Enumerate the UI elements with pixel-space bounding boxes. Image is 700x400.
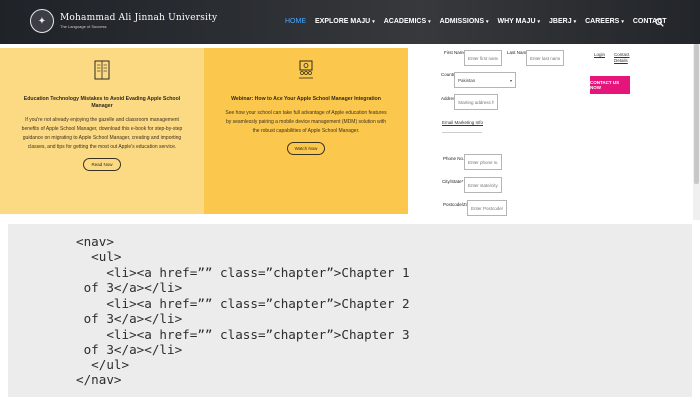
code-line: of 3</a></li> bbox=[76, 342, 183, 357]
top-navbar: ✦ Mohammad Ali Jinnah University The Lan… bbox=[0, 0, 700, 44]
postal-field[interactable] bbox=[467, 200, 507, 216]
code-line: </ul> bbox=[76, 357, 130, 372]
scrollbar-thumb[interactable] bbox=[694, 44, 699, 184]
code-line: of 3</a></li> bbox=[76, 280, 183, 295]
login-link[interactable]: Login bbox=[594, 52, 605, 57]
chevron-down-icon: ▾ bbox=[621, 18, 624, 25]
nav-item-explore-maju[interactable]: EXPLORE MAJU ▾ bbox=[315, 18, 375, 25]
book-icon bbox=[94, 60, 110, 80]
page-scrollbar[interactable] bbox=[693, 44, 700, 220]
last-name-field[interactable] bbox=[526, 50, 564, 66]
first-name-field[interactable] bbox=[464, 50, 502, 66]
code-line: <li><a href=”” class=”chapter”>Chapter 1 bbox=[76, 265, 410, 280]
chevron-down-icon: ▾ bbox=[486, 18, 489, 25]
nav-item-careers[interactable]: CAREERS ▾ bbox=[585, 18, 624, 25]
university-name: Mohammad Ali Jinnah University bbox=[60, 13, 218, 23]
code-line: <li><a href=”” class=”chapter”>Chapter 2 bbox=[76, 296, 410, 311]
presenter-icon bbox=[299, 60, 313, 79]
nav-item-home[interactable]: HOME bbox=[285, 18, 306, 25]
nav-item-jberj[interactable]: JBERJ ▾ bbox=[549, 18, 576, 25]
contact-us-button[interactable]: CONTACT US NOW bbox=[590, 76, 630, 94]
card-body: If you're not already enjoying the gazel… bbox=[21, 117, 183, 150]
contact-form: First Name* Last Name* Login Contact Det… bbox=[408, 44, 700, 220]
card-title: Education Technology Mistakes to Avoid E… bbox=[23, 96, 181, 109]
university-tagline: The Language of Success bbox=[60, 24, 107, 29]
code-line: of 3</a></li> bbox=[76, 311, 183, 326]
phone-field[interactable] bbox=[464, 154, 502, 170]
code-line: <li><a href=”” class=”chapter”>Chapter 3 bbox=[76, 327, 410, 342]
contact-details-link[interactable]: Contact Details bbox=[614, 52, 630, 64]
code-line: <ul> bbox=[76, 249, 122, 264]
code-snippet-panel: <nav> <ul> <li><a href=”” class=”chapter… bbox=[8, 224, 692, 397]
read-now-button[interactable]: Read Now bbox=[83, 158, 121, 171]
main-nav-menu: HOME EXPLORE MAJU ▾ ACADEMICS ▾ ADMISSIONS… bbox=[285, 18, 676, 25]
city-label: City/State* bbox=[442, 179, 464, 184]
university-seal-icon: ✦ bbox=[30, 9, 54, 33]
chevron-down-icon: ▾ bbox=[428, 18, 431, 25]
ebook-card: Education Technology Mistakes to Avoid E… bbox=[0, 48, 204, 214]
code-line: </nav> bbox=[76, 372, 122, 387]
university-logo[interactable]: ✦ Mohammad Ali Jinnah University The Lan… bbox=[30, 9, 217, 33]
address-field[interactable] bbox=[454, 94, 498, 110]
watch-now-button[interactable]: Watch Now bbox=[286, 142, 326, 155]
nav-item-academics[interactable]: ACADEMICS ▾ bbox=[384, 18, 431, 25]
code-line: <nav> bbox=[76, 234, 114, 249]
card-title: Webinar: How to Ace Your Apple School Ma… bbox=[231, 96, 381, 102]
divider bbox=[442, 132, 482, 133]
country-select[interactable]: Pakistan ▾ bbox=[454, 72, 516, 88]
nav-item-admissions[interactable]: ADMISSIONS ▾ bbox=[440, 18, 489, 25]
card-body: See how your school can take full advant… bbox=[225, 110, 387, 134]
webinar-card: Webinar: How to Ace Your Apple School Ma… bbox=[204, 48, 408, 214]
chevron-down-icon: ▾ bbox=[537, 18, 541, 25]
nav-item-why-maju[interactable]: WHY MAJU ▾ bbox=[498, 18, 541, 25]
phone-label: Phone No.* bbox=[443, 156, 467, 161]
chevron-down-icon: ▾ bbox=[509, 78, 512, 83]
email-marketing-link[interactable]: Email Marketing Info bbox=[442, 120, 483, 125]
city-field[interactable] bbox=[464, 177, 502, 193]
search-icon[interactable] bbox=[655, 18, 664, 27]
chevron-down-icon: ▾ bbox=[372, 18, 375, 25]
chevron-down-icon: ▾ bbox=[573, 18, 577, 25]
